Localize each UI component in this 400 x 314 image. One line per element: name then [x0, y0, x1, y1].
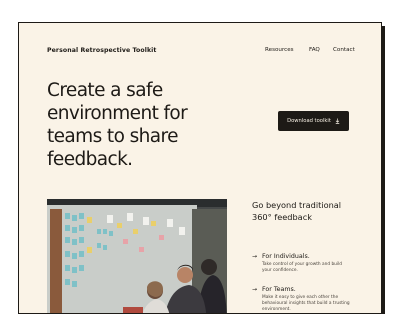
nav-link-faq[interactable]: FAQ: [309, 47, 320, 53]
team-workshop-photo: [47, 199, 227, 313]
feature-description: Take control of your growth and build yo…: [262, 262, 343, 273]
page-frame: Personal Retrospective Toolkit Resources…: [18, 22, 382, 314]
arrow-right-icon: →: [252, 253, 258, 260]
nav-link-resources[interactable]: Resources: [265, 47, 294, 53]
download-toolkit-label: Download toolkit: [287, 118, 331, 124]
download-toolkit-button[interactable]: Download toolkit: [278, 111, 349, 131]
download-icon: [335, 118, 340, 124]
feature-title: For Individuals.: [262, 253, 310, 260]
brand-logo-text[interactable]: Personal Retrospective Toolkit: [47, 47, 156, 54]
arrow-right-icon: →: [252, 286, 258, 293]
hero-title: Create a safe environment for teams to s…: [47, 80, 188, 170]
features-heading: Go beyond traditional 360° feedback: [252, 200, 342, 222]
feature-description: Make it easy to give each other the beha…: [262, 295, 350, 312]
feature-title: For Teams.: [262, 286, 296, 293]
nav-link-contact[interactable]: Contact: [333, 47, 355, 53]
